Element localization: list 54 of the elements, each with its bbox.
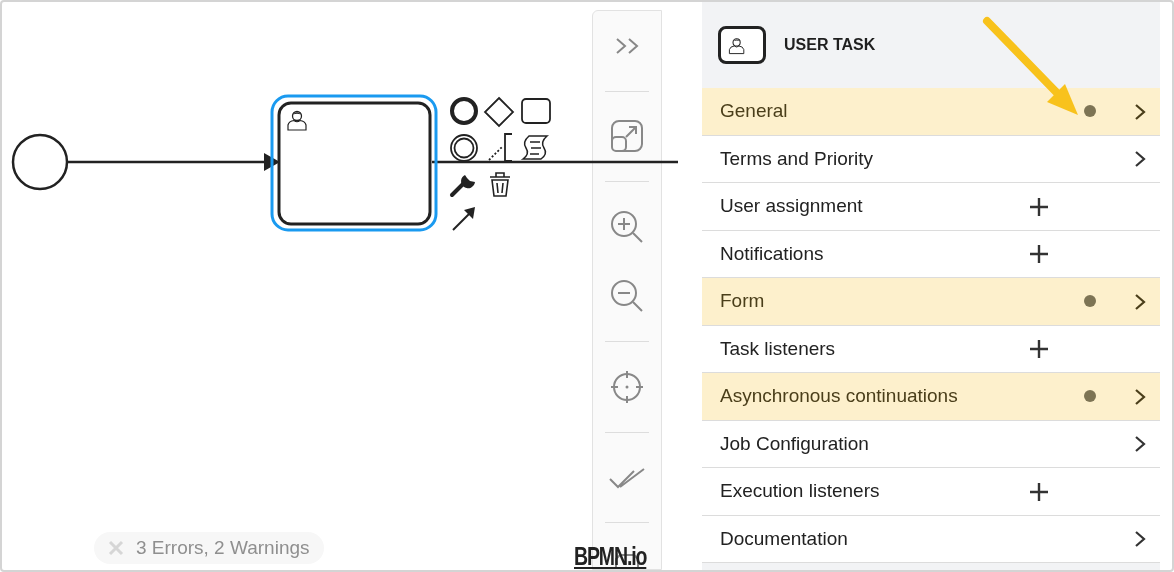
group-label: Execution listeners <box>720 479 881 503</box>
task-icon[interactable] <box>521 98 551 124</box>
start-event[interactable] <box>11 133 69 191</box>
group-label: Job Configuration <box>720 431 870 456</box>
group-header[interactable]: General <box>702 88 1160 136</box>
group-label: Form <box>720 289 766 313</box>
end-event-icon[interactable] <box>450 97 478 125</box>
logo-link[interactable]: BPMN.io <box>574 543 647 569</box>
group-header[interactable]: Documentation <box>702 515 1160 563</box>
group-header[interactable]: Job Configuration <box>702 420 1160 468</box>
outgoing-flow[interactable] <box>432 160 678 164</box>
sequence-flow[interactable] <box>68 153 280 171</box>
script-icon[interactable] <box>522 135 548 160</box>
double-check-icon <box>609 466 645 489</box>
chevron-icon[interactable] <box>1134 530 1146 549</box>
group-header[interactable]: Task listeners <box>702 325 1160 373</box>
group-label: User assignment <box>720 194 864 218</box>
plus-icon[interactable] <box>1030 198 1048 216</box>
close-icon <box>108 540 124 556</box>
plus-icon[interactable] <box>1030 245 1048 264</box>
text-annotation-icon[interactable] <box>488 133 513 162</box>
trash-icon[interactable] <box>489 172 511 197</box>
fullscreen-icon <box>611 120 643 153</box>
group-label: Asynchronous continuations <box>720 384 959 408</box>
user-task[interactable] <box>277 101 432 226</box>
group-label: Task listeners <box>720 336 837 361</box>
validation-text: 3 Errors, 2 Warnings <box>136 535 310 560</box>
group-header[interactable]: Notifications <box>702 230 1160 278</box>
chevron-icon[interactable] <box>1134 103 1146 121</box>
group-label: Documentation <box>720 526 849 551</box>
group-header[interactable]: Execution listeners <box>702 468 1160 516</box>
gateway-icon[interactable] <box>483 96 515 128</box>
chevron-icon[interactable] <box>1134 388 1146 406</box>
user-icon <box>727 35 747 56</box>
group-label: General <box>720 99 789 123</box>
plus-icon[interactable] <box>1030 340 1048 359</box>
group-label: Terms and Priority <box>720 146 875 171</box>
connect-arrow-icon[interactable] <box>452 207 475 231</box>
plus-icon[interactable] <box>1030 483 1048 501</box>
group-header[interactable]: Asynchronous continuations <box>702 373 1160 421</box>
panel-title: USER TASK <box>784 35 876 55</box>
chevron-icon[interactable] <box>1134 293 1146 311</box>
crosshair-icon <box>611 370 643 403</box>
group-label: Notifications <box>720 241 825 266</box>
user-icon <box>287 110 307 131</box>
group-header[interactable]: Terms and Priority <box>702 135 1160 183</box>
zoom-out-icon <box>610 279 644 314</box>
chevron-icon[interactable] <box>1134 150 1146 169</box>
intermediate-event-icon[interactable] <box>450 134 478 162</box>
group-header[interactable]: User assignment <box>702 183 1160 231</box>
group-header[interactable]: Form <box>702 278 1160 326</box>
zoom-in-icon <box>610 209 644 244</box>
chevron-icon[interactable] <box>1134 435 1146 454</box>
wrench-icon[interactable] <box>450 175 475 197</box>
